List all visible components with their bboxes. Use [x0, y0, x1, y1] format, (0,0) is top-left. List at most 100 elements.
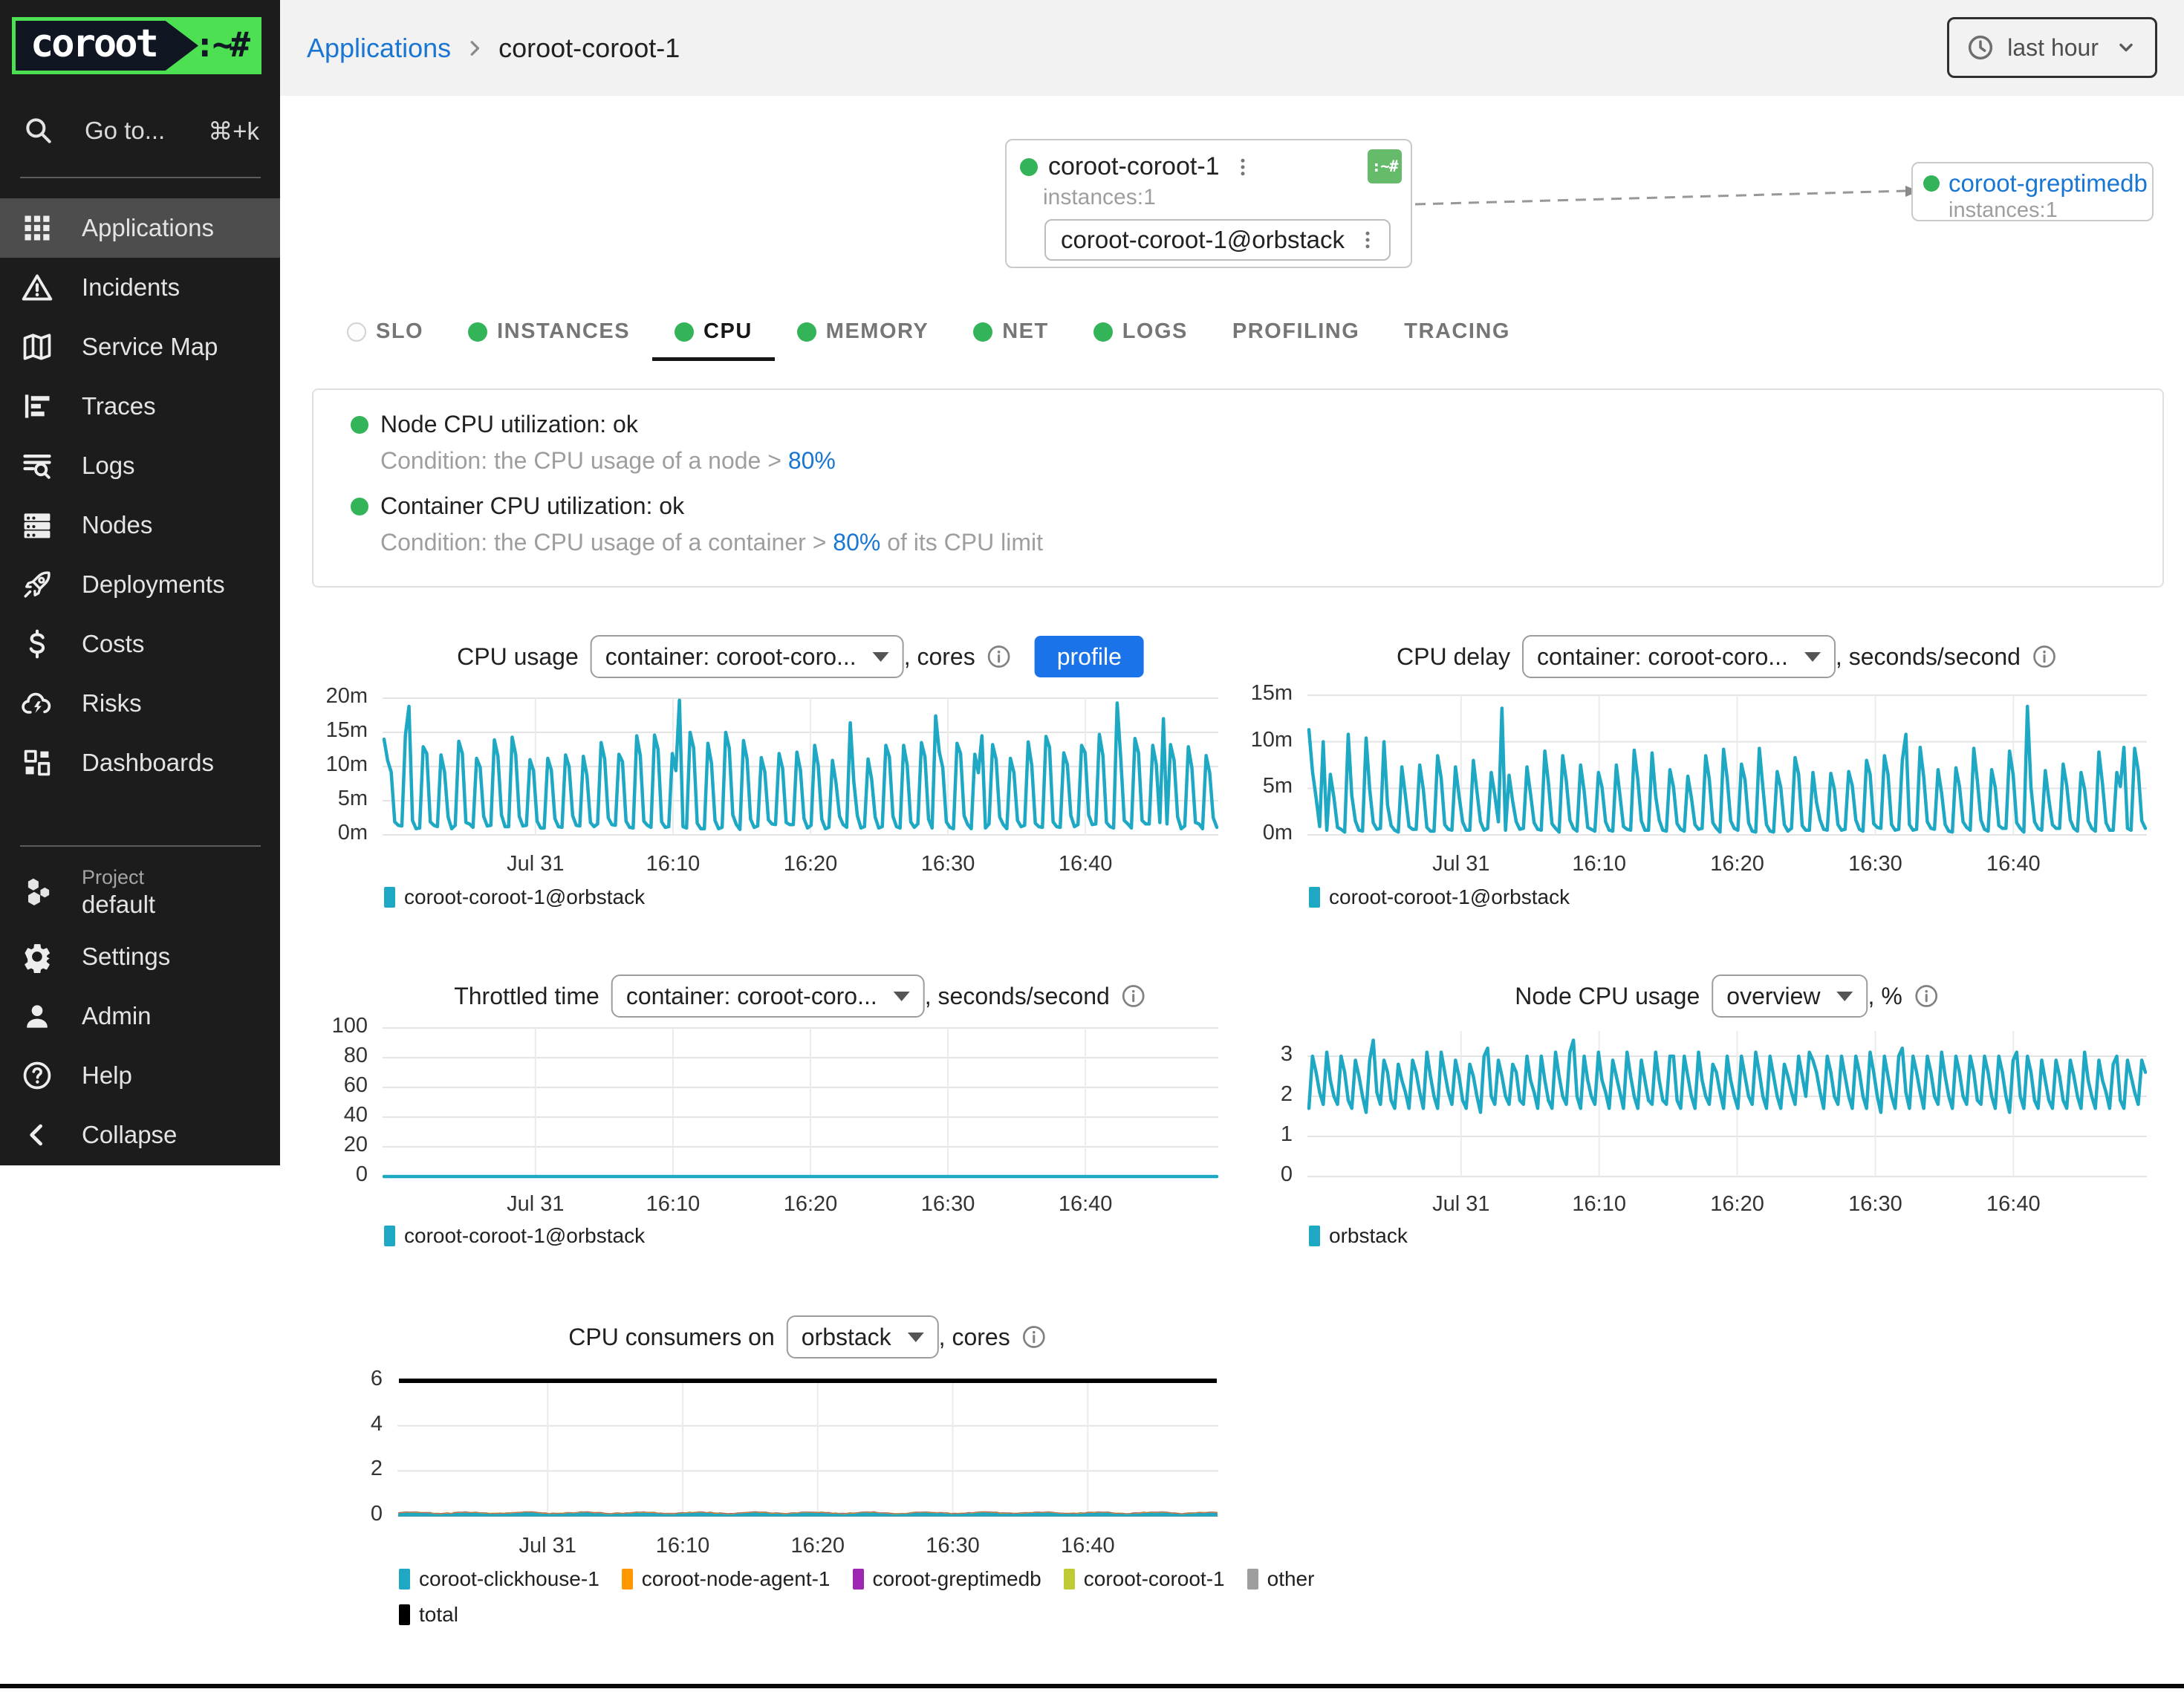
x-axis-tick-label: 16:30 [881, 1192, 1015, 1217]
caret-down-icon [908, 1333, 924, 1342]
sidebar: coroot :~# Go to... ⌘+k Applications Inci… [0, 0, 280, 1165]
tab-memory[interactable]: MEMORY [775, 306, 951, 361]
check-threshold-link[interactable]: 80% [788, 447, 836, 474]
tab-profiling[interactable]: PROFILING [1210, 306, 1382, 361]
chart-selector-dropdown[interactable]: overview [1712, 974, 1868, 1018]
sidebar-item-incidents[interactable]: Incidents [0, 258, 280, 317]
chevron-down-icon [2113, 35, 2139, 60]
legend-item[interactable]: coroot-coroot-1@orbstack [384, 1224, 645, 1248]
coroot-logo[interactable]: coroot :~# [12, 17, 261, 74]
app-type-badge: :~# [1368, 149, 1402, 183]
time-range-selector[interactable]: last hour [1947, 17, 2157, 78]
legend-marker [399, 1569, 410, 1589]
sidebar-item-costs[interactable]: Costs [0, 614, 280, 674]
map-connector-edge [1412, 171, 1932, 215]
tab-status-dot-ok [973, 322, 992, 342]
check-threshold-link[interactable]: 80% [833, 529, 880, 556]
goto-search[interactable]: Go to... ⌘+k [0, 103, 280, 159]
chart-legend-throttled: coroot-coroot-1@orbstack [384, 1224, 1264, 1248]
legend-marker [384, 887, 395, 908]
tab-logs[interactable]: LOGS [1071, 306, 1210, 361]
y-axis-tick-label: 0 [264, 1162, 368, 1187]
sidebar-item-dashboards[interactable]: Dashboards [0, 733, 280, 793]
upstream-name[interactable]: coroot-greptimedb [1949, 169, 2148, 198]
y-axis-tick-label: 0 [1189, 1162, 1293, 1187]
y-axis-tick-label: 2 [279, 1457, 383, 1481]
sidebar-item-deployments[interactable]: Deployments [0, 555, 280, 614]
tab-label: INSTANCES [497, 319, 630, 344]
service-map-upstream-card[interactable]: coroot-greptimedb instances:1 [1911, 162, 2154, 221]
sidebar-item-label: Applications [82, 214, 214, 242]
sidebar-item-service-map[interactable]: Service Map [0, 317, 280, 377]
chart-selector-dropdown[interactable]: orbstack [787, 1315, 939, 1359]
chart-plot-consumers[interactable] [397, 1381, 1218, 1522]
check-item: Container CPU utilization: okCondition: … [351, 492, 2162, 556]
chart-title-suffix: , seconds/second [925, 983, 1110, 1010]
kebab-menu-icon[interactable] [1356, 227, 1379, 253]
info-icon[interactable] [2031, 643, 2058, 670]
clock-icon [1966, 33, 1995, 62]
info-icon[interactable] [986, 643, 1013, 670]
check-title: Container CPU utilization: ok [380, 492, 684, 520]
sidebar-item-label: Nodes [82, 511, 152, 539]
legend-item[interactable]: coroot-clickhouse-1 [399, 1567, 599, 1591]
legend-item[interactable]: coroot-node-agent-1 [622, 1567, 831, 1591]
legend-label: coroot-coroot-1@orbstack [404, 885, 645, 909]
chart-selector-dropdown[interactable]: container: coroot-coro... [611, 974, 925, 1018]
sidebar-item-nodes[interactable]: Nodes [0, 495, 280, 555]
legend-item[interactable]: coroot-coroot-1@orbstack [384, 885, 645, 909]
sidebar-item-traces[interactable]: Traces [0, 377, 280, 436]
sidebar-item-logs[interactable]: Logs [0, 436, 280, 495]
info-icon[interactable] [1913, 983, 1940, 1009]
info-icon[interactable] [1120, 983, 1147, 1009]
service-map-app-card[interactable]: coroot-coroot-1 :~# instances:1 coroot-c… [1005, 139, 1412, 268]
legend-item[interactable]: other [1247, 1567, 1315, 1591]
sidebar-item-settings[interactable]: Settings [0, 927, 280, 986]
logo-text: coroot [30, 22, 157, 66]
sidebar-item-help[interactable]: Help [0, 1046, 280, 1105]
sidebar-item-label: Admin [82, 1002, 152, 1030]
sidebar-item-risks[interactable]: Risks [0, 674, 280, 733]
sidebar-project[interactable]: Project default [0, 858, 280, 927]
kebab-menu-icon[interactable] [1232, 154, 1254, 180]
sidebar-item-label: Dashboards [82, 749, 214, 777]
person-icon [21, 1000, 53, 1032]
instance-box[interactable]: coroot-coroot-1@orbstack [1044, 219, 1391, 261]
tab-cpu[interactable]: CPU [652, 306, 775, 361]
legend-item[interactable]: coroot-greptimedb [853, 1567, 1041, 1591]
sidebar-item-label: Help [82, 1061, 132, 1090]
tab-net[interactable]: NET [951, 306, 1071, 361]
tab-slo[interactable]: SLO [325, 306, 446, 361]
info-icon[interactable] [1021, 1324, 1047, 1350]
chart-selector-dropdown[interactable]: container: coroot-coro... [1522, 635, 1836, 678]
tab-tracing[interactable]: TRACING [1382, 306, 1533, 361]
x-axis-tick-label: 16:30 [881, 852, 1015, 876]
breadcrumb-applications-link[interactable]: Applications [307, 33, 451, 64]
tab-instances[interactable]: INSTANCES [446, 306, 652, 361]
chart-plot-node_cpu[interactable] [1307, 1031, 2147, 1182]
apps-icon [21, 212, 53, 244]
x-axis-tick-label: 16:10 [616, 1534, 750, 1558]
tab-label: SLO [376, 319, 423, 344]
tab-status-dot-ok [468, 322, 487, 342]
time-range-label: last hour [2007, 34, 2099, 62]
chart-plot-cpu_delay[interactable] [1307, 695, 2147, 841]
sidebar-item-applications[interactable]: Applications [0, 198, 280, 258]
legend-item[interactable]: total [399, 1603, 458, 1627]
chart-selector-dropdown[interactable]: container: coroot-coro... [591, 635, 904, 678]
profile-button[interactable]: profile [1035, 636, 1144, 677]
chart-selector-value: container: coroot-coro... [626, 983, 877, 1010]
status-dot [1020, 158, 1038, 176]
legend-label: total [419, 1603, 458, 1627]
chart-plot-throttled[interactable] [383, 1028, 1218, 1182]
chart-title-label: Node CPU usage [1515, 983, 1700, 1010]
sidebar-item-collapse[interactable]: Collapse [0, 1105, 280, 1165]
app-instances: instances:1 [1043, 185, 1397, 210]
legend-item[interactable]: orbstack [1309, 1224, 1408, 1248]
legend-item[interactable]: coroot-coroot-1 [1064, 1567, 1225, 1591]
sidebar-item-admin[interactable]: Admin [0, 986, 280, 1046]
legend-item[interactable]: coroot-coroot-1@orbstack [1309, 885, 1570, 909]
status-dot [1923, 175, 1940, 192]
chart-plot-cpu_usage[interactable] [383, 698, 1218, 841]
chart-title-suffix: , % [1868, 983, 1902, 1010]
